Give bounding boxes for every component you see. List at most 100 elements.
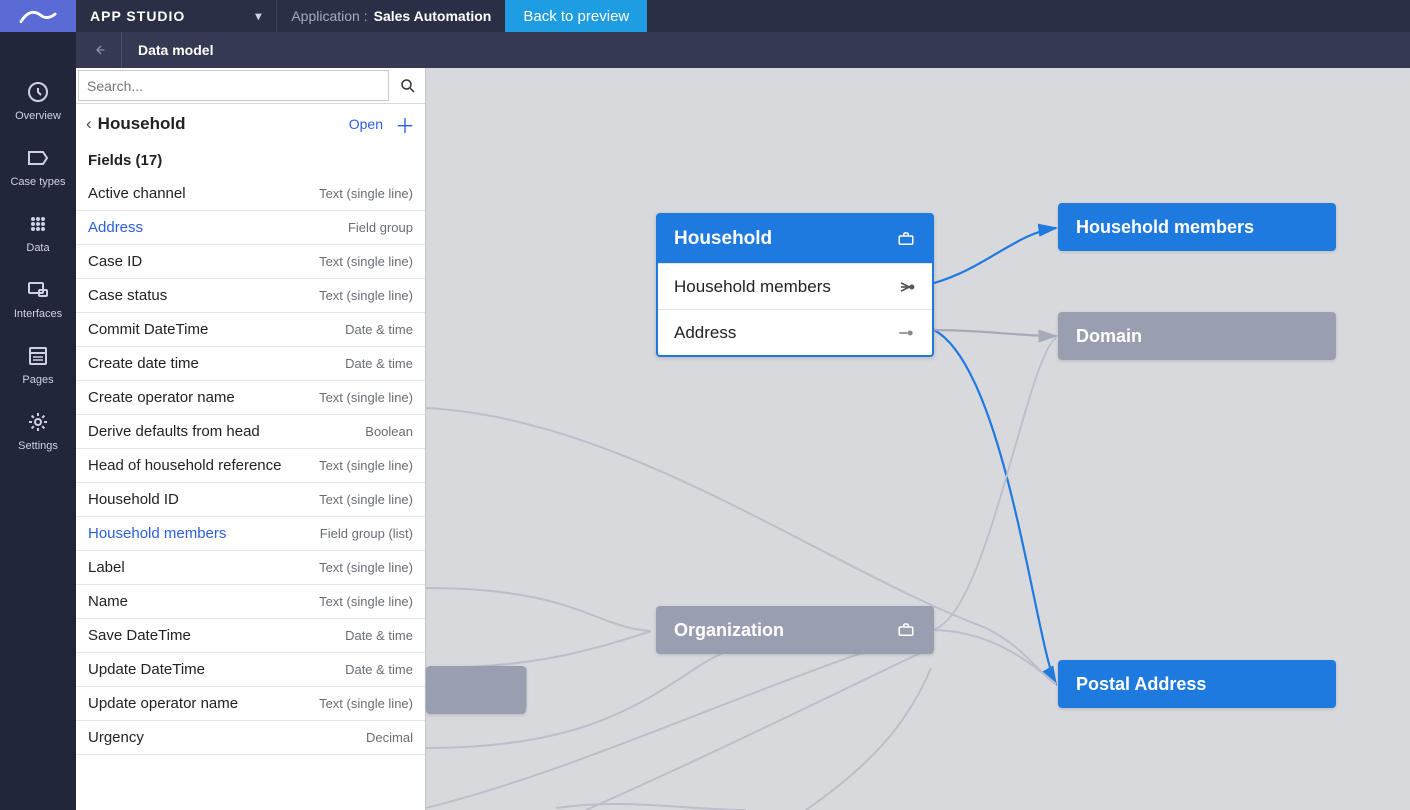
field-type: Date & time [345, 356, 413, 371]
node-title: Domain [1076, 326, 1142, 347]
rail-label: Interfaces [14, 308, 62, 320]
field-row[interactable]: Active channelText (single line) [76, 177, 425, 211]
field-type: Field group (list) [320, 526, 413, 541]
field-name: Address [88, 219, 143, 236]
back-button[interactable] [76, 32, 122, 68]
node-row-label: Address [674, 323, 736, 343]
data-model-panel: ‹ Household Open ＋ Fields (17) Active ch… [76, 68, 426, 810]
fields-section-title: Fields (17) [76, 144, 425, 177]
application-name: Sales Automation [374, 8, 492, 24]
field-row[interactable]: Derive defaults from head Boolean [76, 415, 425, 449]
field-name: Case status [88, 287, 167, 304]
back-to-preview-button[interactable]: Back to preview [505, 0, 647, 32]
field-type: Date & time [345, 662, 413, 677]
rail-item-data[interactable]: Data [0, 200, 76, 266]
node-title: Household members [1076, 217, 1254, 238]
field-row[interactable]: Household members Field group (list) [76, 517, 425, 551]
field-row[interactable]: Update DateTime Date & time [76, 653, 425, 687]
node-household[interactable]: Household Household members Address [656, 213, 934, 357]
chevron-down-icon: ▾ [255, 9, 262, 23]
rail-label: Data [26, 242, 49, 254]
field-list: Active channelText (single line)AddressF… [76, 177, 425, 810]
field-type: Boolean [365, 424, 413, 439]
field-name: Household members [88, 525, 226, 542]
rail-item-overview[interactable]: Overview [0, 68, 76, 134]
rail-item-pages[interactable]: Pages [0, 332, 76, 398]
field-row[interactable]: Case statusText (single line) [76, 279, 425, 313]
field-type: Text (single line) [319, 390, 413, 405]
rail-label: Settings [18, 440, 58, 452]
open-link[interactable]: Open [349, 116, 383, 132]
field-type: Text (single line) [319, 696, 413, 711]
field-name: Save DateTime [88, 627, 191, 644]
node-title: Household [674, 228, 772, 250]
application-selector[interactable]: Application : Sales Automation [277, 0, 505, 32]
field-row[interactable]: Commit DateTime Date & time [76, 313, 425, 347]
field-row[interactable]: Name Text (single line) [76, 585, 425, 619]
field-row[interactable]: Household ID Text (single line) [76, 483, 425, 517]
app-studio-switcher[interactable]: APP STUDIO ▾ [76, 0, 277, 32]
node-row-label: Household members [674, 277, 831, 297]
briefcase-icon [896, 230, 916, 248]
node-row-address[interactable]: Address [658, 309, 932, 355]
field-name: Name [88, 593, 128, 610]
app-studio-label: APP STUDIO [90, 8, 185, 24]
rail-label: Overview [15, 110, 61, 122]
field-row[interactable]: Create operator name Text (single line) [76, 381, 425, 415]
application-prefix: Application : [291, 8, 367, 24]
left-nav-rail: Overview Case types Data Interfaces Page… [0, 32, 76, 810]
field-name: Create date time [88, 355, 199, 372]
node-household-members[interactable]: Household members [1058, 203, 1336, 251]
brand-logo[interactable] [0, 0, 76, 32]
field-row[interactable]: Update operator nameText (single line) [76, 687, 425, 721]
page-title: Data model [122, 42, 229, 58]
node-offscreen[interactable] [426, 666, 526, 714]
field-name: Head of household reference [88, 457, 281, 474]
field-row[interactable]: Case ID Text (single line) [76, 245, 425, 279]
search-input[interactable] [78, 70, 389, 101]
field-name: Label [88, 559, 125, 576]
panel-title: Household [98, 114, 186, 134]
field-row[interactable]: Save DateTime Date & time [76, 619, 425, 653]
briefcase-icon [896, 621, 916, 639]
field-name: Commit DateTime [88, 321, 208, 338]
field-row[interactable]: Head of household reference Text (single … [76, 449, 425, 483]
field-type: Field group [348, 220, 413, 235]
rail-item-settings[interactable]: Settings [0, 398, 76, 464]
node-organization[interactable]: Organization [656, 606, 934, 654]
diagram-canvas[interactable]: Household Household members Address Hous… [426, 68, 1410, 810]
field-name: Update DateTime [88, 661, 205, 678]
add-field-button[interactable]: ＋ [395, 110, 415, 139]
field-name: Create operator name [88, 389, 235, 406]
field-row[interactable]: Address Field group [76, 211, 425, 245]
search-button[interactable] [391, 68, 425, 103]
field-type: Date & time [345, 628, 413, 643]
field-name: Case ID [88, 253, 142, 270]
field-type: Text (single line) [319, 458, 413, 473]
field-type: Text (single line) [319, 254, 413, 269]
field-type: Text (single line) [319, 492, 413, 507]
field-type: Text (single line) [319, 560, 413, 575]
field-row[interactable]: Create date time Date & time [76, 347, 425, 381]
rail-item-interfaces[interactable]: Interfaces [0, 266, 76, 332]
field-name: Derive defaults from head [88, 423, 260, 440]
rail-label: Case types [10, 176, 65, 188]
field-type: Date & time [345, 322, 413, 337]
rail-item-case-types[interactable]: Case types [0, 134, 76, 200]
field-type: Text (single line) [319, 594, 413, 609]
one-to-many-icon [896, 280, 916, 294]
field-name: Urgency [88, 729, 144, 746]
field-name: Active channel [88, 185, 186, 202]
search-icon [399, 77, 417, 95]
rail-label: Pages [22, 374, 53, 386]
node-postal-address[interactable]: Postal Address [1058, 660, 1336, 708]
field-name: Household ID [88, 491, 179, 508]
one-to-one-icon [896, 326, 916, 340]
panel-back-caret[interactable]: ‹ [86, 114, 92, 134]
node-title: Organization [674, 620, 784, 641]
field-row[interactable]: UrgencyDecimal [76, 721, 425, 755]
field-row[interactable]: Label Text (single line) [76, 551, 425, 585]
node-row-household-members[interactable]: Household members [658, 263, 932, 309]
arrow-left-icon [91, 42, 107, 58]
node-domain[interactable]: Domain [1058, 312, 1336, 360]
